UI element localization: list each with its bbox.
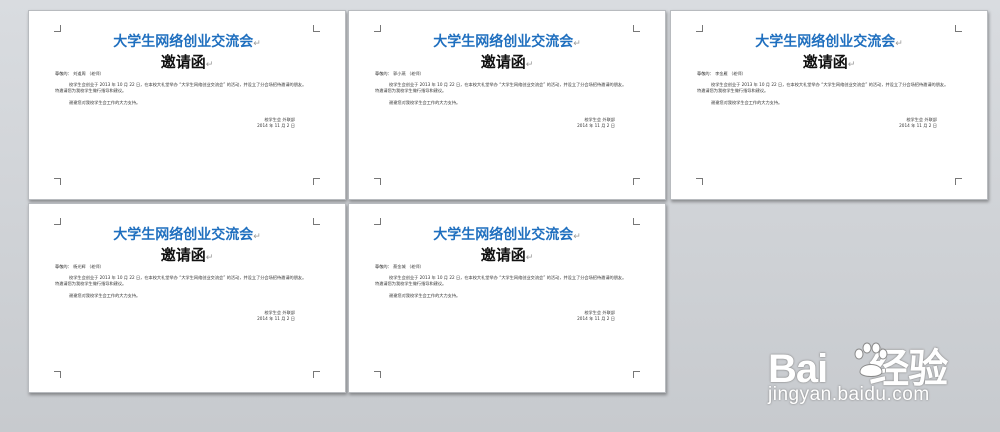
page-subtitle: 邀请函↵ [802,53,856,71]
corner-mark [313,371,320,378]
page-subtitle: 邀请函↵ [160,53,214,71]
body-line: 特邀请您为我校学生做行指导和建议。 [375,281,447,286]
page-title: 大学生网络创业交流会↵ [433,227,581,243]
watermark-url: jingyan.baidu.com [768,384,930,405]
body-line: 特邀请您为我校学生做行指导和建议。 [375,88,447,93]
date-line: 2014 年 11 月 2 日 [257,123,295,128]
page-title: 大学生网络创业交流会↵ [113,34,261,50]
body-line: 谢谢您对我校学生会工作的大力支持。 [69,293,141,298]
paragraph-mark: ↵ [253,39,261,49]
corner-mark [54,178,61,185]
corner-mark [633,371,640,378]
corner-mark [54,371,61,378]
page-title: 大学生网络创业交流会↵ [113,227,261,243]
paragraph-mark: ↵ [847,60,856,70]
page-1: 大学生网络创业交流会↵ 邀请函↵ 尊敬的： 刘道周 （老师） 校学生会创业于 2… [28,10,346,200]
paragraph-mark: ↵ [573,232,581,242]
page-title: 大学生网络创业交流会↵ [433,34,581,50]
page-subtitle: 邀请函↵ [480,246,534,264]
body-line: 谢谢您对我校学生会工作的大力支持。 [389,293,461,298]
corner-mark [374,371,381,378]
page-subtitle: 邀请函↵ [160,246,214,264]
body-line: 特邀请您为我校学生做行指导和建议。 [55,88,127,93]
corner-mark [696,178,703,185]
body-line: 谢谢您对我校学生会工作的大力支持。 [389,100,461,105]
corner-mark [955,178,962,185]
greeting-line: 尊敬的： 刘道周 （老师） [55,71,104,76]
body-line: 谢谢您对我校学生会工作的大力支持。 [69,100,141,105]
corner-mark [633,178,640,185]
paragraph-mark: ↵ [525,60,534,70]
date-line: 2014 年 11 月 2 日 [899,123,937,128]
greeting-line: 尊敬的： 杨光辉 （老师） [55,264,104,269]
date-line: 2014 年 11 月 2 日 [577,123,615,128]
page-subtitle: 邀请函↵ [480,53,534,71]
page-4: 大学生网络创业交流会↵ 邀请函↵ 尊敬的： 杨光辉 （老师） 校学生会创业于 2… [28,203,346,393]
paw-icon [854,342,888,377]
paragraph-mark: ↵ [895,39,903,49]
paragraph-mark: ↵ [525,253,534,263]
paragraph-mark: ↵ [205,253,214,263]
baidu-jingyan-watermark: Bai 经验 jingyan.baidu.com [768,336,988,426]
corner-mark [374,178,381,185]
corner-mark [313,178,320,185]
page-5: 大学生网络创业交流会↵ 邀请函↵ 尊敬的： 蔡金城 （老师） 校学生会创业于 2… [348,203,666,393]
paragraph-mark: ↵ [205,60,214,70]
page-3: 大学生网络创业交流会↵ 邀请函↵ 尊敬的： 李金雁 （老师） 校学生会创业于 2… [670,10,988,200]
body-line: 特邀请您为我校学生做行指导和建议。 [697,88,769,93]
body-line: 特邀请您为我校学生做行指导和建议。 [55,281,127,286]
greeting-line: 尊敬的： 蔡金城 （老师） [375,264,424,269]
date-line: 2014 年 11 月 2 日 [577,316,615,321]
greeting-line: 尊敬的： 郭小燕 （老师） [375,71,424,76]
paragraph-mark: ↵ [253,232,261,242]
date-line: 2014 年 11 月 2 日 [257,316,295,321]
greeting-line: 尊敬的： 李金雁 （老师） [697,71,746,76]
page-2: 大学生网络创业交流会↵ 邀请函↵ 尊敬的： 郭小燕 （老师） 校学生会创业于 2… [348,10,666,200]
page-title: 大学生网络创业交流会↵ [755,34,903,50]
body-line: 谢谢您对我校学生会工作的大力支持。 [711,100,783,105]
paragraph-mark: ↵ [573,39,581,49]
